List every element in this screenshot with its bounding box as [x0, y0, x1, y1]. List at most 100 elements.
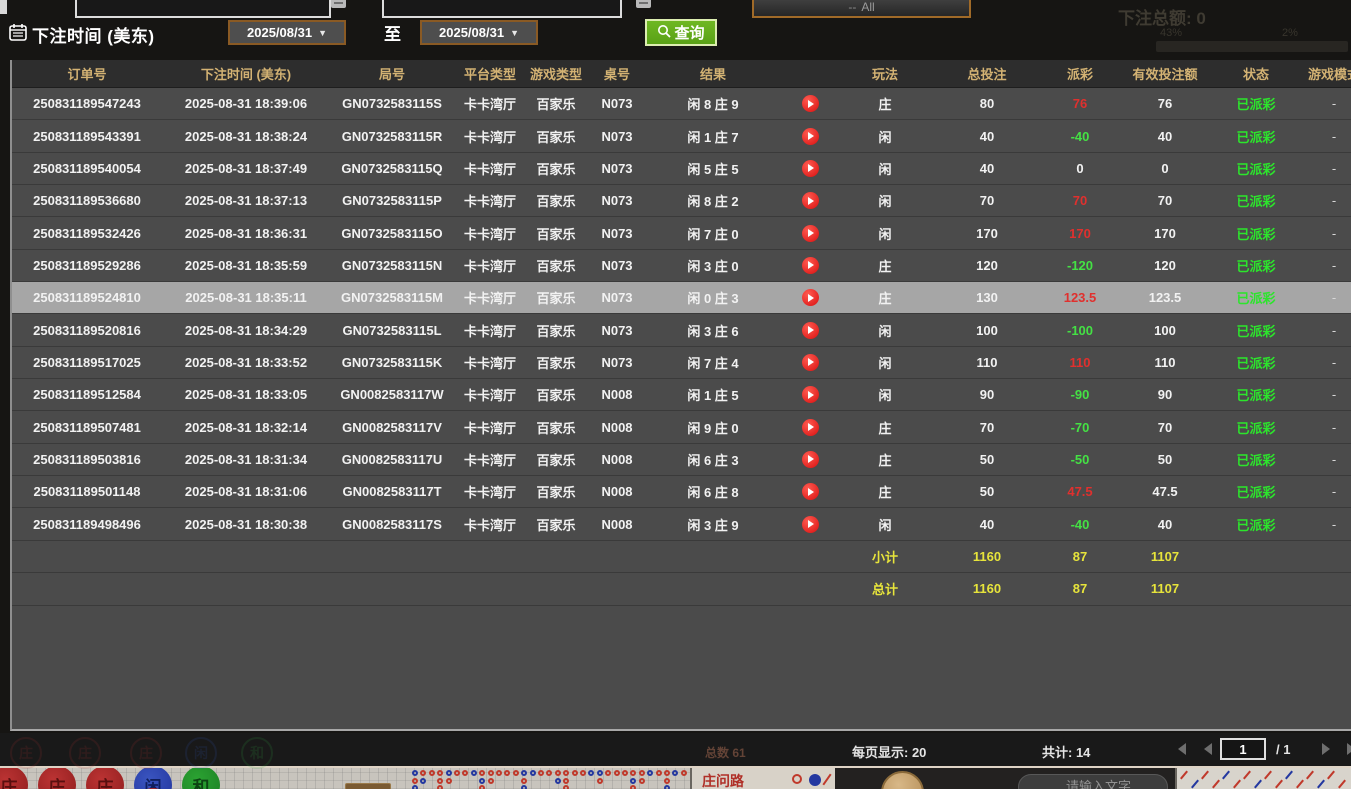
road-slash — [1254, 780, 1262, 789]
cell-round: GN0082583117V — [330, 411, 454, 442]
table-row[interactable]: 2508311895433912025-08-31 18:38:24GN0732… — [12, 120, 1351, 152]
cell-tableNo — [586, 541, 648, 572]
play-video-icon[interactable] — [802, 192, 819, 209]
cell-valid: 70 — [1114, 411, 1216, 442]
date-from-select[interactable]: 2025/08/31 ▼ — [228, 20, 346, 45]
play-video-icon[interactable] — [802, 289, 819, 306]
play-video-icon[interactable] — [802, 128, 819, 145]
table-row[interactable]: 2508311895366802025-08-31 18:37:13GN0732… — [12, 185, 1351, 217]
filter-input-1[interactable] — [75, 0, 331, 18]
cell-playtype: 闲 — [842, 185, 928, 216]
per-page-label: 每页显示: 20 — [852, 742, 926, 761]
cell-game: 百家乐 — [526, 508, 586, 539]
last-page-arrow-icon[interactable] — [1347, 743, 1351, 755]
road-dot — [580, 770, 586, 776]
table-row[interactable]: 2508311895038162025-08-31 18:31:34GN0082… — [12, 444, 1351, 476]
cell-status: 已派彩 — [1216, 411, 1296, 442]
cell-payout: -40 — [1046, 120, 1114, 151]
road-slash — [1338, 780, 1346, 789]
play-video-icon[interactable] — [802, 354, 819, 371]
cell-playtype: 闲 — [842, 153, 928, 184]
column-header-round: 局号 — [330, 60, 454, 87]
cell-playtype: 庄 — [842, 476, 928, 507]
cell-mode: - — [1296, 314, 1351, 345]
cell-tableNo: N073 — [586, 314, 648, 345]
page-number-input[interactable]: 1 — [1220, 738, 1266, 760]
cell-result: 闲 3 庄 9 — [648, 508, 778, 539]
play-video-icon[interactable] — [802, 516, 819, 533]
play-video-icon[interactable] — [802, 483, 819, 500]
table-row[interactable]: 2508311894984962025-08-31 18:30:38GN0082… — [12, 508, 1351, 540]
table-row[interactable]: 2508311895208162025-08-31 18:34:29GN0732… — [12, 314, 1351, 346]
cell-mode: - — [1296, 347, 1351, 378]
calendar-mini-icon-2 — [636, 0, 651, 8]
cell-result: 闲 0 庄 3 — [648, 282, 778, 313]
column-header-play — [778, 60, 842, 87]
cell-game: 百家乐 — [526, 444, 586, 475]
cell-play — [778, 573, 842, 604]
table-row[interactable]: 2508311895074812025-08-31 18:32:14GN0082… — [12, 411, 1351, 443]
table-row[interactable]: 2508311895292862025-08-31 18:35:59GN0732… — [12, 250, 1351, 282]
cell-playtype: 庄 — [842, 411, 928, 442]
cell-order: 250831189524810 — [12, 282, 162, 313]
road-dot — [412, 785, 418, 789]
table-row[interactable]: 2508311895472432025-08-31 18:39:06GN0732… — [12, 88, 1351, 120]
play-video-icon[interactable] — [802, 451, 819, 468]
cell-play — [778, 282, 842, 313]
cell-time — [162, 541, 330, 572]
first-page-arrow-icon[interactable] — [1178, 743, 1186, 755]
prev-page-arrow-icon[interactable] — [1204, 743, 1212, 755]
table-row[interactable]: 2508311895170252025-08-31 18:33:52GN0732… — [12, 347, 1351, 379]
table-row[interactable]: 2508311895125842025-08-31 18:33:05GN0082… — [12, 379, 1351, 411]
cell-round: GN0732583115O — [330, 217, 454, 248]
cell-bet: 100 — [928, 314, 1046, 345]
filter-input-2[interactable] — [382, 0, 622, 18]
cell-mode: - — [1296, 508, 1351, 539]
cell-game: 百家乐 — [526, 314, 586, 345]
cell-valid: 40 — [1114, 508, 1216, 539]
cell-valid: 47.5 — [1114, 476, 1216, 507]
play-video-icon[interactable] — [802, 386, 819, 403]
cell-order: 250831189507481 — [12, 411, 162, 442]
cell-bet: 80 — [928, 88, 1046, 119]
cell-bet: 170 — [928, 217, 1046, 248]
cell-platform: 卡卡湾厅 — [454, 411, 526, 442]
table-row[interactable]: 2508311895400542025-08-31 18:37:49GN0732… — [12, 153, 1351, 185]
total-row: 总计1160871107 — [12, 573, 1351, 605]
total-count-label: 共计: 14 — [1042, 742, 1090, 761]
play-video-icon[interactable] — [802, 257, 819, 274]
road-slash — [1317, 780, 1325, 789]
column-header-tableNo: 桌号 — [586, 60, 648, 87]
cell-order: 250831189498496 — [12, 508, 162, 539]
cell-payout: 70 — [1046, 185, 1114, 216]
next-page-arrow-icon[interactable] — [1322, 743, 1330, 755]
cell-tableNo: N008 — [586, 379, 648, 410]
cell-order — [12, 541, 162, 572]
search-button[interactable]: 查询 — [645, 19, 717, 46]
cell-platform: 卡卡湾厅 — [454, 282, 526, 313]
cell-playtype: 闲 — [842, 217, 928, 248]
play-video-icon[interactable] — [802, 419, 819, 436]
table-row[interactable]: 2508311895011482025-08-31 18:31:06GN0082… — [12, 476, 1351, 508]
dim-bead-circle: 庄 — [69, 737, 101, 769]
table-row[interactable]: 2508311895248102025-08-31 18:35:11GN0732… — [12, 282, 1351, 314]
play-video-icon[interactable] — [802, 95, 819, 112]
page-of-label: / 1 — [1276, 742, 1290, 757]
cell-valid: 110 — [1114, 347, 1216, 378]
play-video-icon[interactable] — [802, 160, 819, 177]
play-video-icon[interactable] — [802, 322, 819, 339]
table-row[interactable]: 2508311895324262025-08-31 18:36:31GN0732… — [12, 217, 1351, 249]
cell-platform: 卡卡湾厅 — [454, 153, 526, 184]
cell-valid: 1107 — [1114, 573, 1216, 604]
road-dot — [639, 778, 645, 784]
cell-status: 已派彩 — [1216, 250, 1296, 281]
filter-dropdown-all[interactable]: -- All — [752, 0, 971, 18]
cell-time: 2025-08-31 18:37:49 — [162, 153, 330, 184]
play-video-icon[interactable] — [802, 225, 819, 242]
date-to-select[interactable]: 2025/08/31 ▼ — [420, 20, 538, 45]
cell-valid: 100 — [1114, 314, 1216, 345]
cell-result: 闲 1 庄 5 — [648, 379, 778, 410]
cell-play — [778, 379, 842, 410]
cell-platform: 卡卡湾厅 — [454, 120, 526, 151]
cell-bet: 110 — [928, 347, 1046, 378]
